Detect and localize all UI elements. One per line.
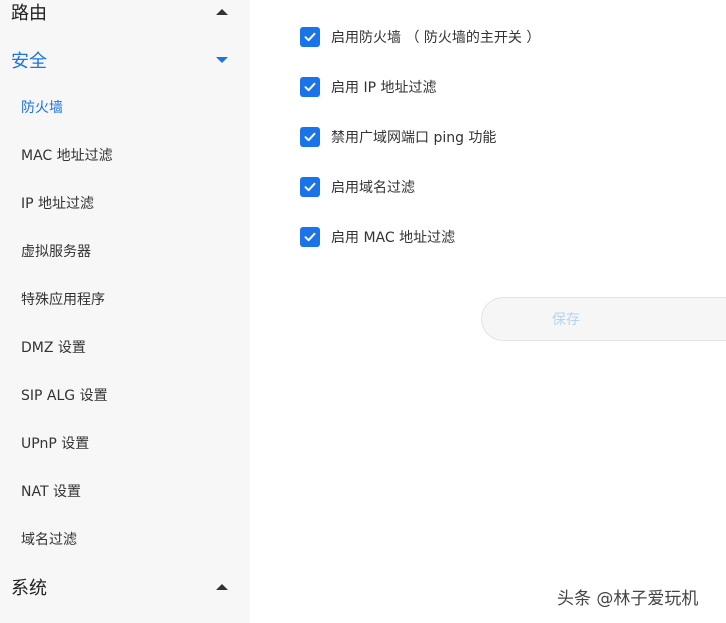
caret-down-icon	[216, 57, 228, 63]
option-enable-firewall[interactable]: 启用防火墙 （ 防火墙的主开关 ）	[300, 26, 540, 48]
sidebar-item-special-apps[interactable]: 特殊应用程序	[0, 279, 250, 319]
sidebar-section-system[interactable]: 系统	[0, 567, 250, 607]
sidebar-section-routing[interactable]: 路由	[0, 0, 250, 32]
sidebar-section-security[interactable]: 安全	[0, 40, 250, 80]
checkbox-checked[interactable]	[300, 127, 320, 147]
sidebar-item-domain-filter[interactable]: 域名过滤	[0, 519, 250, 559]
option-enable-domain-filter[interactable]: 启用域名过滤	[300, 176, 415, 198]
option-disable-wan-ping[interactable]: 禁用广域网端口 ping 功能	[300, 126, 496, 148]
sidebar-item-sip-alg[interactable]: SIP ALG 设置	[0, 375, 250, 415]
option-label: 启用域名过滤	[331, 180, 415, 196]
option-label: 启用 IP 地址过滤	[331, 80, 437, 96]
sidebar-item-dmz[interactable]: DMZ 设置	[0, 327, 250, 367]
sidebar-item-nat[interactable]: NAT 设置	[0, 471, 250, 511]
sidebar-item-ip-filter[interactable]: IP 地址过滤	[0, 183, 250, 223]
sidebar-section-label: 安全	[11, 51, 47, 72]
option-label: 启用 MAC 地址过滤	[331, 230, 456, 246]
option-enable-mac-filter[interactable]: 启用 MAC 地址过滤	[300, 226, 455, 248]
option-label: 启用防火墙 （ 防火墙的主开关 ）	[331, 30, 541, 46]
caret-up-icon	[216, 9, 228, 15]
checkmark-icon	[304, 32, 316, 42]
checkmark-icon	[304, 182, 316, 192]
checkmark-icon	[304, 232, 316, 242]
checkmark-icon	[304, 82, 316, 92]
caret-up-icon	[216, 584, 228, 590]
checkbox-checked[interactable]	[300, 27, 320, 47]
sidebar-section-label: 路由	[11, 3, 47, 24]
option-enable-ip-filter[interactable]: 启用 IP 地址过滤	[300, 76, 436, 98]
checkmark-icon	[304, 132, 316, 142]
sidebar-section-label: 系统	[11, 578, 47, 599]
sidebar-item-mac-filter[interactable]: MAC 地址过滤	[0, 135, 250, 175]
sidebar: 路由 安全 防火墙 MAC 地址过滤 IP 地址过滤 虚拟服务器 特殊应用程序 …	[0, 0, 250, 623]
sidebar-item-upnp[interactable]: UPnP 设置	[0, 423, 250, 463]
option-label: 禁用广域网端口 ping 功能	[331, 130, 497, 146]
sidebar-item-virtual-server[interactable]: 虚拟服务器	[0, 231, 250, 271]
checkbox-checked[interactable]	[300, 77, 320, 97]
checkbox-checked[interactable]	[300, 227, 320, 247]
save-button[interactable]: 保存	[481, 297, 726, 341]
checkbox-checked[interactable]	[300, 177, 320, 197]
sidebar-item-firewall[interactable]: 防火墙	[0, 87, 250, 127]
watermark: 头条 @林子爱玩机	[557, 589, 699, 609]
